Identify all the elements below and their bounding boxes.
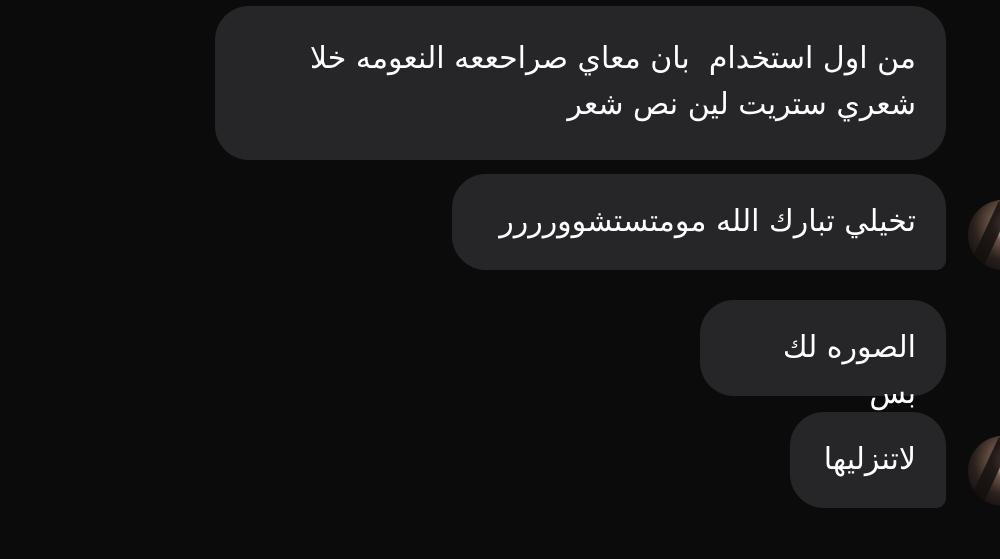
- avatar-image: [968, 200, 1000, 270]
- message-bubble[interactable]: تخيلي تبارك الله مومتستشوورررر: [452, 174, 946, 270]
- message-bubble[interactable]: لاتنزليها: [790, 412, 946, 508]
- message-bubble[interactable]: من اول استخدام بان معاي صراحععه النعومه …: [215, 6, 946, 160]
- avatar-image: [968, 436, 1000, 506]
- user-avatar-icon[interactable]: [968, 436, 1000, 506]
- chat-thread: من اول استخدام بان معاي صراحععه النعومه …: [0, 0, 1000, 559]
- user-avatar-icon[interactable]: [968, 200, 1000, 270]
- message-bubble[interactable]: الصوره لك بس: [700, 300, 946, 411]
